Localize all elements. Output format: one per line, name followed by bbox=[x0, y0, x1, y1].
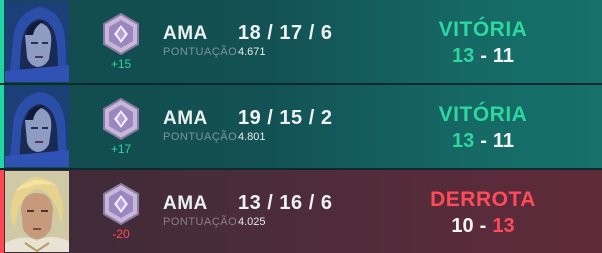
rank-emblem-icon bbox=[98, 97, 144, 141]
match-row[interactable]: +17 AMA 19 / 15 / 2 PONTUAÇÃO 4.801 VITÓ… bbox=[0, 85, 602, 168]
rank-rating-change: +15 bbox=[110, 57, 132, 71]
agent-portrait bbox=[5, 1, 69, 82]
rank-rating-change: +17 bbox=[110, 142, 132, 156]
score-label: PONTUAÇÃO bbox=[163, 216, 238, 228]
player-name: AMA bbox=[163, 23, 208, 44]
round-separator: - bbox=[479, 215, 487, 237]
agent-portrait bbox=[5, 171, 69, 252]
win-indicator-stripe bbox=[0, 0, 4, 83]
match-row[interactable]: -20 AMA 13 / 16 / 6 PONTUAÇÃO 4.025 DERR… bbox=[0, 170, 602, 253]
own-rounds: 13 bbox=[451, 45, 475, 67]
round-score: 13-11 bbox=[420, 130, 546, 153]
enemy-rounds: 11 bbox=[492, 45, 515, 67]
match-result: DERROTA bbox=[430, 188, 536, 211]
enemy-rounds: 13 bbox=[492, 215, 515, 237]
agent-portrait bbox=[5, 86, 69, 167]
round-separator: - bbox=[480, 45, 487, 67]
player-name: AMA bbox=[163, 193, 208, 214]
score-label: PONTUAÇÃO bbox=[163, 131, 238, 143]
loss-indicator-stripe bbox=[0, 170, 4, 253]
match-history-list: +15 AMA 18 / 17 / 6 PONTUAÇÃO 4.671 VITÓ… bbox=[0, 0, 602, 253]
match-result: VITÓRIA bbox=[438, 103, 528, 126]
score-value: 4.671 bbox=[238, 46, 266, 58]
own-rounds: 10 bbox=[451, 215, 474, 237]
own-rounds: 13 bbox=[451, 130, 475, 152]
round-score: 10-13 bbox=[420, 215, 546, 238]
score-value: 4.801 bbox=[238, 131, 266, 143]
win-indicator-stripe bbox=[0, 85, 4, 168]
kda-stats: 19 / 15 / 2 bbox=[238, 107, 333, 129]
rank-rating-change: -20 bbox=[112, 227, 130, 241]
score-value: 4.025 bbox=[238, 216, 266, 228]
player-name: AMA bbox=[163, 108, 208, 129]
match-row[interactable]: +15 AMA 18 / 17 / 6 PONTUAÇÃO 4.671 VITÓ… bbox=[0, 0, 602, 83]
rank-emblem-icon bbox=[98, 182, 144, 226]
enemy-rounds: 11 bbox=[492, 130, 515, 152]
round-score: 13-11 bbox=[420, 45, 546, 68]
match-result: VITÓRIA bbox=[438, 18, 528, 41]
kda-stats: 13 / 16 / 6 bbox=[238, 192, 333, 214]
blue-hooded-agent-icon bbox=[5, 1, 69, 82]
blue-hooded-agent-icon bbox=[5, 86, 69, 167]
round-separator: - bbox=[480, 130, 487, 152]
score-label: PONTUAÇÃO bbox=[163, 46, 238, 58]
rank-emblem-icon bbox=[98, 12, 144, 56]
blonde-agent-icon bbox=[5, 171, 69, 252]
kda-stats: 18 / 17 / 6 bbox=[238, 22, 333, 44]
